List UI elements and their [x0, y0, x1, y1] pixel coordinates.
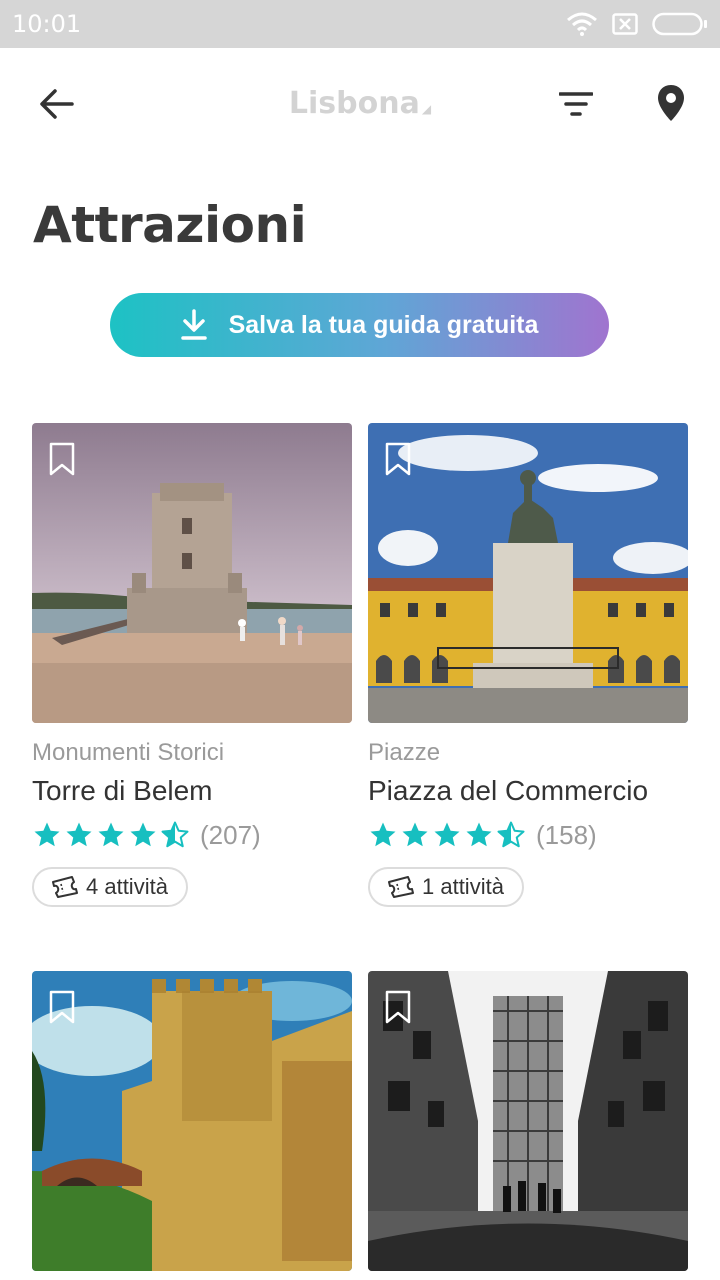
rating: (158)	[368, 817, 688, 853]
no-sim-icon	[612, 13, 638, 35]
activities-label: 1 attività	[422, 874, 504, 899]
ticket-icon	[52, 876, 78, 898]
star-full-icon	[130, 822, 156, 847]
page-title: Attrazioni	[33, 196, 307, 254]
city-name: Lisbona	[288, 86, 420, 121]
star-full-icon	[66, 822, 92, 847]
square-statue-photo	[368, 423, 688, 723]
battery-icon	[652, 12, 707, 36]
dropdown-caret-icon: ◢	[421, 102, 432, 116]
bookmark-icon[interactable]	[384, 441, 412, 477]
activities-label: 4 attività	[86, 874, 168, 899]
map-button[interactable]	[648, 80, 694, 126]
bookmark-icon[interactable]	[48, 441, 76, 477]
activities-chip[interactable]: 1 attività	[368, 867, 524, 907]
wifi-icon	[567, 12, 597, 36]
app-bar: Lisbona ◢	[0, 48, 720, 160]
review-count: (207)	[200, 819, 261, 850]
status-time: 10:01	[12, 10, 82, 38]
status-bar: 10:01	[0, 0, 720, 48]
attraction-image[interactable]	[368, 971, 688, 1271]
review-count: (158)	[536, 819, 597, 850]
save-guide-label: Salva la tua guida gratuita	[228, 310, 539, 339]
star-full-icon	[434, 822, 460, 847]
castle-photo	[32, 971, 352, 1271]
rating: (207)	[32, 817, 352, 853]
status-icons	[566, 10, 708, 38]
attraction-name: Torre di Belem	[32, 775, 213, 806]
bookmark-icon[interactable]	[48, 989, 76, 1025]
filter-button[interactable]	[552, 86, 600, 122]
elevator-photo	[368, 971, 688, 1271]
location-pin-icon	[658, 85, 684, 121]
attraction-card[interactable]: Monumenti Storici Torre di Belem (207) 4…	[32, 423, 352, 907]
city-selector[interactable]: Lisbona ◢	[0, 86, 720, 121]
bookmark-icon[interactable]	[384, 989, 412, 1025]
attraction-image[interactable]	[32, 423, 352, 723]
attraction-card[interactable]: Piazze Piazza del Commercio (158) 1 atti…	[368, 423, 688, 907]
star-full-icon	[370, 822, 396, 847]
tower-photo	[32, 423, 352, 723]
attraction-image[interactable]	[368, 423, 688, 723]
attraction-image[interactable]	[32, 971, 352, 1271]
star-full-icon	[466, 822, 492, 847]
star-full-icon	[402, 822, 428, 847]
attraction-category: Piazze	[368, 739, 441, 766]
download-icon	[180, 309, 207, 340]
attraction-card[interactable]	[32, 971, 352, 1271]
attraction-name: Piazza del Commercio	[368, 775, 649, 806]
attraction-card[interactable]	[368, 971, 688, 1271]
filter-icon	[559, 92, 593, 116]
save-guide-button[interactable]: Salva la tua guida gratuita	[110, 293, 609, 357]
activities-chip[interactable]: 4 attività	[32, 867, 188, 907]
star-half-icon	[161, 821, 189, 848]
star-full-icon	[34, 822, 60, 847]
star-half-icon	[497, 821, 525, 848]
ticket-icon	[388, 876, 414, 898]
attraction-category: Monumenti Storici	[32, 739, 225, 766]
star-full-icon	[98, 822, 124, 847]
